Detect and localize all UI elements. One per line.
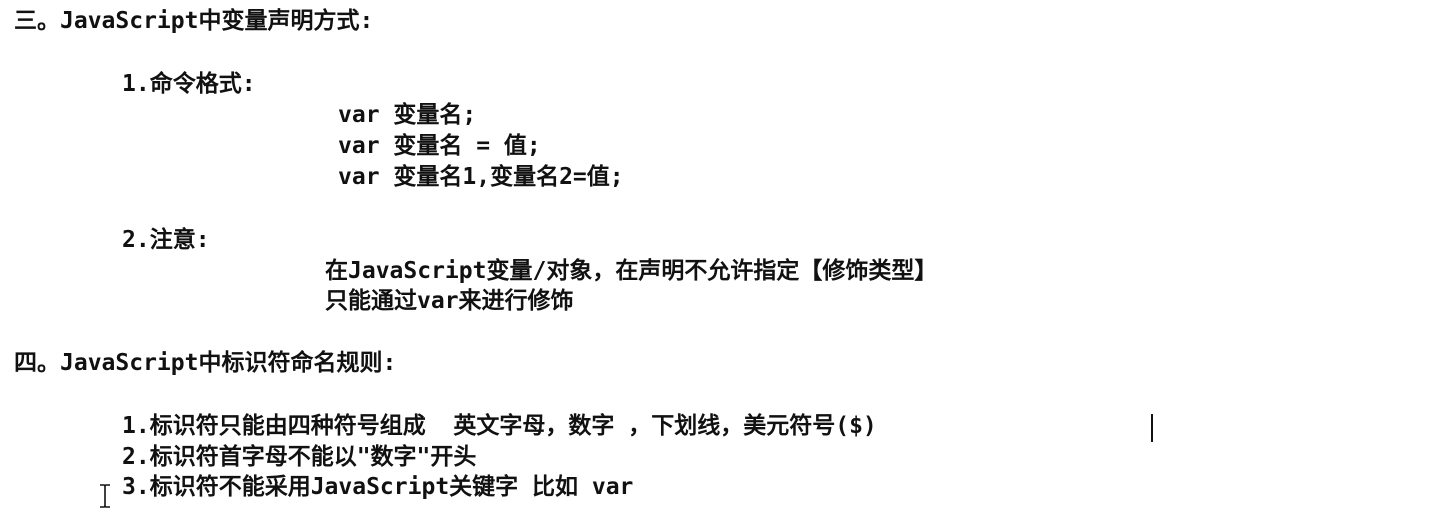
syntax-line-1: var 变量名; <box>338 102 477 128</box>
rule-line-2[interactable]: 2.标识符首字母不能以"数字"开头 <box>122 442 476 473</box>
note-line-1: 在JavaScript变量/对象，在声明不允许指定【修饰类型】 <box>325 258 938 284</box>
syntax-line-2: var 变量名 = 值; <box>338 133 541 159</box>
section-3-heading: 三。JavaScript中变量声明方式: <box>14 8 374 34</box>
syntax-line-3: var 变量名1,变量名2=值; <box>338 164 624 190</box>
note-line-2: 只能通过var来进行修饰 <box>325 288 574 314</box>
document-page: 三。JavaScript中变量声明方式: 1.命令格式: var 变量名; va… <box>0 0 1431 518</box>
rule-line-1[interactable]: 1.标识符只能由四种符号组成 英文字母，数字 ，下划线，美元符号($) <box>122 411 877 442</box>
i-beam-cursor-icon <box>100 484 110 508</box>
section-3-item-2-title: 2.注意: <box>122 227 210 253</box>
section-3-item-1-title: 1.命令格式: <box>122 71 256 97</box>
section-4-heading: 四。JavaScript中标识符命名规则: <box>14 350 397 376</box>
text-caret <box>1151 414 1153 442</box>
rule-line-3[interactable]: 3.标识符不能采用JavaScript关键字 比如 var <box>122 472 633 503</box>
